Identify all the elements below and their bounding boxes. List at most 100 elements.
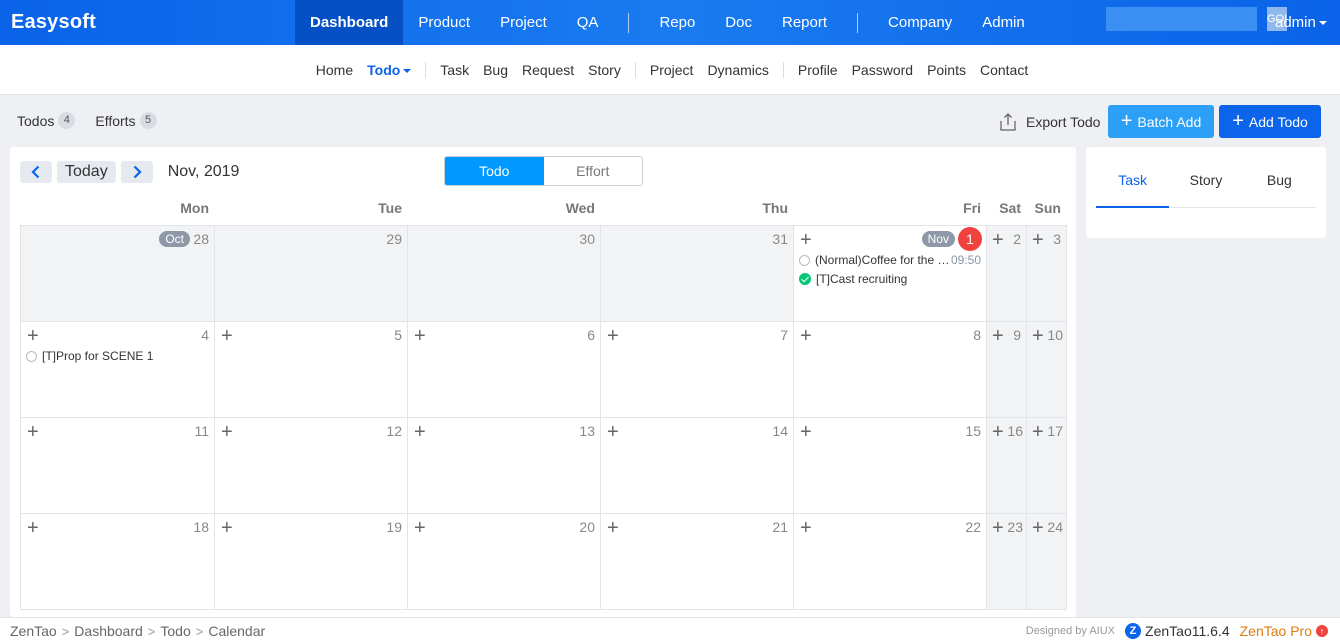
user-menu[interactable]: admin <box>1275 0 1327 45</box>
add-todo-day-icon[interactable]: + <box>27 422 39 442</box>
day-cell[interactable]: 31 <box>601 226 794 322</box>
day-cell-today[interactable]: + Nov 1 (Normal)Coffee for the li... 09:… <box>794 226 987 322</box>
day-cell[interactable]: + 17 <box>1027 418 1067 514</box>
add-todo-day-icon[interactable]: + <box>800 326 812 346</box>
add-todo-day-icon[interactable]: + <box>992 326 1004 346</box>
subnav-profile[interactable]: Profile <box>791 62 845 78</box>
view-todo-button[interactable]: Todo <box>445 157 544 185</box>
view-effort-button[interactable]: Effort <box>544 157 643 185</box>
add-todo-day-icon[interactable]: + <box>1032 230 1044 250</box>
breadcrumb-dashboard[interactable]: Dashboard <box>74 623 143 639</box>
nav-company[interactable]: Company <box>873 0 967 45</box>
subnav-dynamics[interactable]: Dynamics <box>700 62 775 78</box>
day-cell[interactable]: + 22 <box>794 514 987 610</box>
nav-repo[interactable]: Repo <box>644 0 710 45</box>
subnav-home[interactable]: Home <box>309 62 360 78</box>
add-todo-day-icon[interactable]: + <box>414 518 426 538</box>
nav-divider <box>857 12 859 33</box>
next-month-button[interactable] <box>120 161 153 183</box>
day-cell[interactable]: + 4 [T]Prop for SCENE 1 <box>21 322 215 418</box>
efforts-tab[interactable]: Efforts 5 <box>95 112 157 129</box>
add-todo-day-icon[interactable]: + <box>27 518 39 538</box>
add-todo-day-icon[interactable]: + <box>221 422 233 442</box>
day-cell[interactable]: + 18 <box>21 514 215 610</box>
side-tab-task[interactable]: Task <box>1096 171 1170 208</box>
add-todo-day-icon[interactable]: + <box>1032 518 1044 538</box>
batch-add-button[interactable]: + Batch Add <box>1108 105 1214 138</box>
day-cell[interactable]: + 21 <box>601 514 794 610</box>
add-todo-day-icon[interactable]: + <box>607 326 619 346</box>
todo-event-prop[interactable]: [T]Prop for SCENE 1 <box>26 348 153 364</box>
subnav-task[interactable]: Task <box>433 62 476 78</box>
nav-qa[interactable]: QA <box>562 0 614 45</box>
add-todo-day-icon[interactable]: + <box>27 326 39 346</box>
nav-report[interactable]: Report <box>767 0 842 45</box>
day-cell[interactable]: + 15 <box>794 418 987 514</box>
subnav-points[interactable]: Points <box>920 62 973 78</box>
add-todo-button[interactable]: + Add Todo <box>1219 105 1321 138</box>
add-todo-day-icon[interactable]: + <box>221 326 233 346</box>
zentao-pro-link[interactable]: ZenTao Pro ↑ <box>1240 623 1328 639</box>
subnav-story[interactable]: Story <box>581 62 628 78</box>
side-tab-story[interactable]: Story <box>1169 171 1242 207</box>
nav-product[interactable]: Product <box>403 0 485 45</box>
todos-tab[interactable]: Todos 4 <box>17 112 76 129</box>
brand-logo[interactable]: Easysoft <box>0 11 295 34</box>
todo-event-cast[interactable]: [T]Cast recruiting <box>799 271 907 287</box>
subnav-contact[interactable]: Contact <box>973 62 1035 78</box>
day-cell[interactable]: + 14 <box>601 418 794 514</box>
add-todo-day-icon[interactable]: + <box>414 326 426 346</box>
day-cell[interactable]: 30 <box>408 226 601 322</box>
subnav-project[interactable]: Project <box>643 62 701 78</box>
add-todo-day-icon[interactable]: + <box>1032 326 1044 346</box>
today-button[interactable]: Today <box>57 161 116 183</box>
day-cell[interactable]: + 6 <box>408 322 601 418</box>
add-todo-day-icon[interactable]: + <box>992 518 1004 538</box>
month-badge-nov: Nov <box>921 231 955 247</box>
add-todo-day-icon[interactable]: + <box>1032 422 1044 442</box>
nav-dashboard[interactable]: Dashboard <box>295 0 404 45</box>
day-cell[interactable]: + 16 <box>987 418 1027 514</box>
day-cell[interactable]: + 10 <box>1027 322 1067 418</box>
add-todo-day-icon[interactable]: + <box>992 230 1004 250</box>
add-todo-day-icon[interactable]: + <box>800 518 812 538</box>
side-tab-bug[interactable]: Bug <box>1243 171 1316 207</box>
day-cell[interactable]: + 11 <box>21 418 215 514</box>
nav-project[interactable]: Project <box>485 0 562 45</box>
add-todo-day-icon[interactable]: + <box>800 422 812 442</box>
export-todo-button[interactable]: Export Todo <box>998 112 1100 132</box>
day-cell[interactable]: + 12 <box>215 418 408 514</box>
subnav-password[interactable]: Password <box>845 62 920 78</box>
nav-admin[interactable]: Admin <box>967 0 1040 45</box>
day-cell[interactable]: + 2 <box>987 226 1027 322</box>
todo-event-coffee[interactable]: (Normal)Coffee for the li... 09:50 <box>799 252 984 268</box>
subnav-todo[interactable]: Todo <box>360 62 418 78</box>
day-cell[interactable]: + 24 <box>1027 514 1067 610</box>
day-cell[interactable]: + 3 <box>1027 226 1067 322</box>
day-cell[interactable]: + 23 <box>987 514 1027 610</box>
powered-by: Designed by AIUX Z ZenTao11.6.4 ZenTao P… <box>1026 623 1328 639</box>
nav-doc[interactable]: Doc <box>710 0 767 45</box>
day-cell[interactable]: + 7 <box>601 322 794 418</box>
day-cell[interactable]: + 9 <box>987 322 1027 418</box>
day-cell[interactable]: + 5 <box>215 322 408 418</box>
day-cell[interactable]: + 19 <box>215 514 408 610</box>
breadcrumb-todo[interactable]: Todo <box>160 623 190 639</box>
day-cell[interactable]: + 13 <box>408 418 601 514</box>
subnav-bug[interactable]: Bug <box>476 62 515 78</box>
add-todo-day-icon[interactable]: + <box>992 422 1004 442</box>
subnav-request[interactable]: Request <box>515 62 581 78</box>
search-input[interactable] <box>1106 7 1267 31</box>
version-link[interactable]: ZenTao11.6.4 <box>1145 623 1230 639</box>
add-todo-day-icon[interactable]: + <box>221 518 233 538</box>
prev-month-button[interactable] <box>20 161 52 183</box>
add-todo-day-icon[interactable]: + <box>607 518 619 538</box>
day-cell[interactable]: Oct 28 <box>21 226 215 322</box>
add-todo-day-icon[interactable]: + <box>414 422 426 442</box>
day-cell[interactable]: 29 <box>215 226 408 322</box>
breadcrumb-zentao[interactable]: ZenTao <box>10 623 57 639</box>
add-todo-day-icon[interactable]: + <box>800 230 812 250</box>
day-cell[interactable]: + 20 <box>408 514 601 610</box>
day-cell[interactable]: + 8 <box>794 322 987 418</box>
add-todo-day-icon[interactable]: + <box>607 422 619 442</box>
